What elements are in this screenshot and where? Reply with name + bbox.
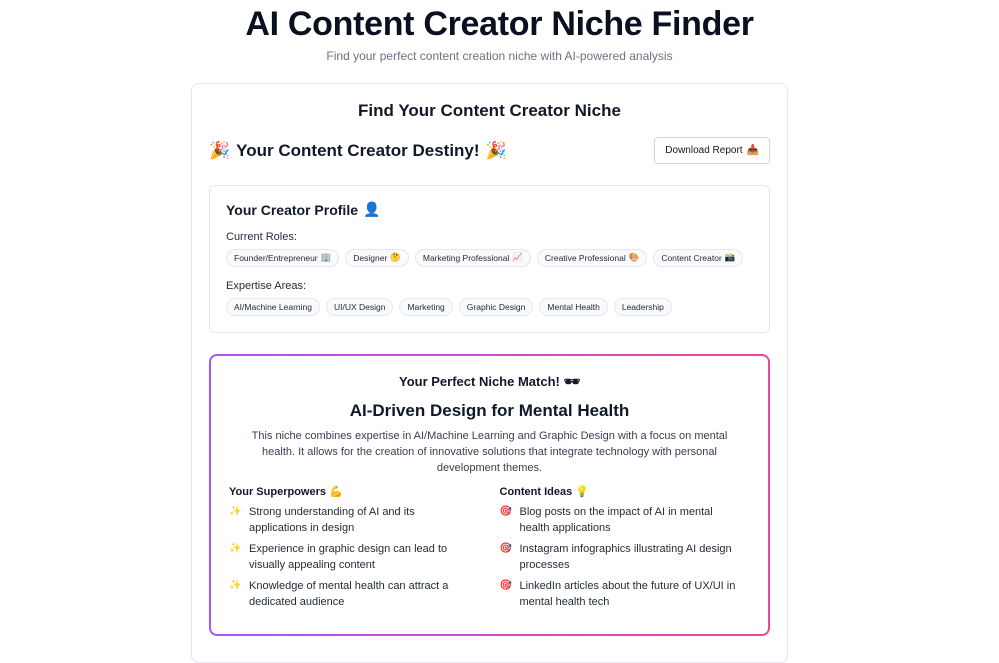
- match-title-text: Your Perfect Niche Match!: [399, 374, 560, 389]
- superpowers-section: Your Superpowers 💪 ✨ Strong understanding…: [229, 485, 480, 615]
- destiny-title-text: Your Content Creator Destiny!: [236, 140, 480, 160]
- role-chip: Creative Professional 🎨: [536, 249, 648, 267]
- expertise-chip: UI/UX Design: [325, 298, 394, 316]
- expertise-chip: AI/Machine Learning: [226, 298, 320, 316]
- expertise-chip: Mental Health: [539, 298, 608, 316]
- niche-finder-card: Find Your Content Creator Niche 🎉 Your C…: [191, 83, 788, 663]
- expertise-chip: Graphic Design: [458, 298, 534, 316]
- party-popper-icon: 🎉: [209, 140, 231, 161]
- roles-list: Founder/Entrepreneur 🏢 Designer 🤔 Marketin…: [226, 249, 753, 267]
- role-label: Content Creator: [661, 253, 722, 263]
- role-label: Marketing Professional: [422, 253, 510, 263]
- expertise-list: AI/Machine Learning UI/UX Design Marketi…: [226, 298, 753, 316]
- card-title: Find Your Content Creator Niche: [358, 101, 621, 120]
- role-chip: Marketing Professional 📈: [414, 249, 531, 267]
- role-label: Founder/Entrepreneur: [234, 253, 318, 263]
- app-title: AI Content Creator Niche Finder: [245, 5, 754, 43]
- content-ideas-section: Content Ideas 💡 🎯 Blog posts on the impac…: [500, 485, 751, 615]
- match-title: Your Perfect Niche Match! 🕶: [229, 374, 750, 390]
- sparkles-icon: ✨: [229, 580, 242, 591]
- list-item: ✨ Strong understanding of AI and its appl…: [229, 504, 480, 536]
- role-chip: Content Creator 📸: [653, 249, 744, 267]
- niche-description: This niche combines expertise in AI/Mach…: [251, 430, 728, 474]
- sparkles-icon: ✨: [229, 506, 242, 517]
- expertise-label: Expertise Areas:: [226, 280, 307, 292]
- creator-profile-card: Your Creator Profile 👤 Current Roles: Fo…: [209, 185, 770, 333]
- download-report-label: Download Report: [665, 145, 743, 156]
- list-item: 🎯 Blog posts on the impact of AI in menta…: [500, 504, 751, 536]
- niche-match-card: Your Perfect Niche Match! 🕶 AI-Driven De…: [211, 356, 768, 634]
- content-ideas-list: 🎯 Blog posts on the impact of AI in menta…: [500, 504, 751, 610]
- flexed-biceps-icon: 💪: [328, 485, 343, 498]
- destiny-title: 🎉 Your Content Creator Destiny! 🎉: [209, 141, 507, 161]
- destiny-header: 🎉 Your Content Creator Destiny! 🎉 Downlo…: [209, 137, 770, 164]
- content-idea-text: Blog posts on the impact of AI in mental…: [519, 506, 713, 534]
- thinking-face-icon: 🤔: [390, 253, 401, 263]
- profile-title-text: Your Creator Profile: [226, 202, 358, 218]
- page-header: AI Content Creator Niche Finder Find you…: [0, 0, 999, 63]
- artist-palette-icon: 🎨: [628, 253, 640, 263]
- superpower-text: Knowledge of mental health can attract a…: [249, 580, 449, 608]
- inbox-tray-icon: 📥: [746, 145, 759, 156]
- superpowers-title-text: Your Superpowers: [229, 485, 326, 498]
- target-icon: 🎯: [499, 543, 512, 554]
- camera-icon: 📸: [724, 253, 736, 263]
- role-chip: Founder/Entrepreneur 🏢: [226, 249, 340, 267]
- superpower-text: Experience in graphic design can lead to…: [249, 543, 448, 571]
- content-ideas-title: Content Ideas 💡: [500, 485, 751, 498]
- download-report-button[interactable]: Download Report 📥: [654, 137, 770, 164]
- target-icon: 🎯: [499, 580, 512, 591]
- expertise-chip: Leadership: [613, 298, 672, 316]
- role-label: Creative Professional: [544, 253, 626, 263]
- office-building-icon: 🏢: [320, 253, 332, 263]
- content-idea-text: LinkedIn articles about the future of UX…: [519, 580, 736, 608]
- list-item: 🎯 LinkedIn articles about the future of U…: [500, 578, 751, 610]
- sunglasses-icon: 🕶: [563, 375, 580, 390]
- roles-label: Current Roles:: [226, 231, 297, 243]
- expertise-chip: Marketing: [399, 298, 453, 316]
- party-popper-icon: 🎉: [485, 140, 507, 161]
- content-ideas-title-text: Content Ideas: [499, 485, 573, 498]
- list-item: ✨ Experience in graphic design can lead t…: [229, 541, 480, 573]
- list-item: ✨ Knowledge of mental health can attract …: [229, 578, 480, 610]
- niche-name: AI-Driven Design for Mental Health: [349, 401, 630, 420]
- chart-increasing-icon: 📈: [512, 253, 523, 263]
- superpowers-title: Your Superpowers 💪: [229, 485, 480, 498]
- sparkles-icon: ✨: [229, 543, 242, 554]
- superpower-text: Strong understanding of AI and its appli…: [249, 506, 415, 534]
- light-bulb-icon: 💡: [575, 485, 589, 498]
- profile-title: Your Creator Profile 👤: [226, 202, 753, 218]
- target-icon: 🎯: [499, 506, 512, 517]
- role-chip: Designer 🤔: [345, 249, 409, 267]
- content-idea-text: Instagram infographics illustrating AI d…: [519, 543, 732, 571]
- list-item: 🎯 Instagram infographics illustrating AI …: [500, 541, 751, 573]
- niche-match-card-border: Your Perfect Niche Match! 🕶 AI-Driven De…: [209, 354, 770, 636]
- app-subtitle: Find your perfect content creation niche…: [326, 49, 673, 63]
- person-icon: 👤: [363, 202, 381, 218]
- superpowers-list: ✨ Strong understanding of AI and its appl…: [229, 504, 480, 610]
- role-label: Designer: [353, 253, 388, 263]
- niche-details: Your Superpowers 💪 ✨ Strong understanding…: [229, 485, 750, 615]
